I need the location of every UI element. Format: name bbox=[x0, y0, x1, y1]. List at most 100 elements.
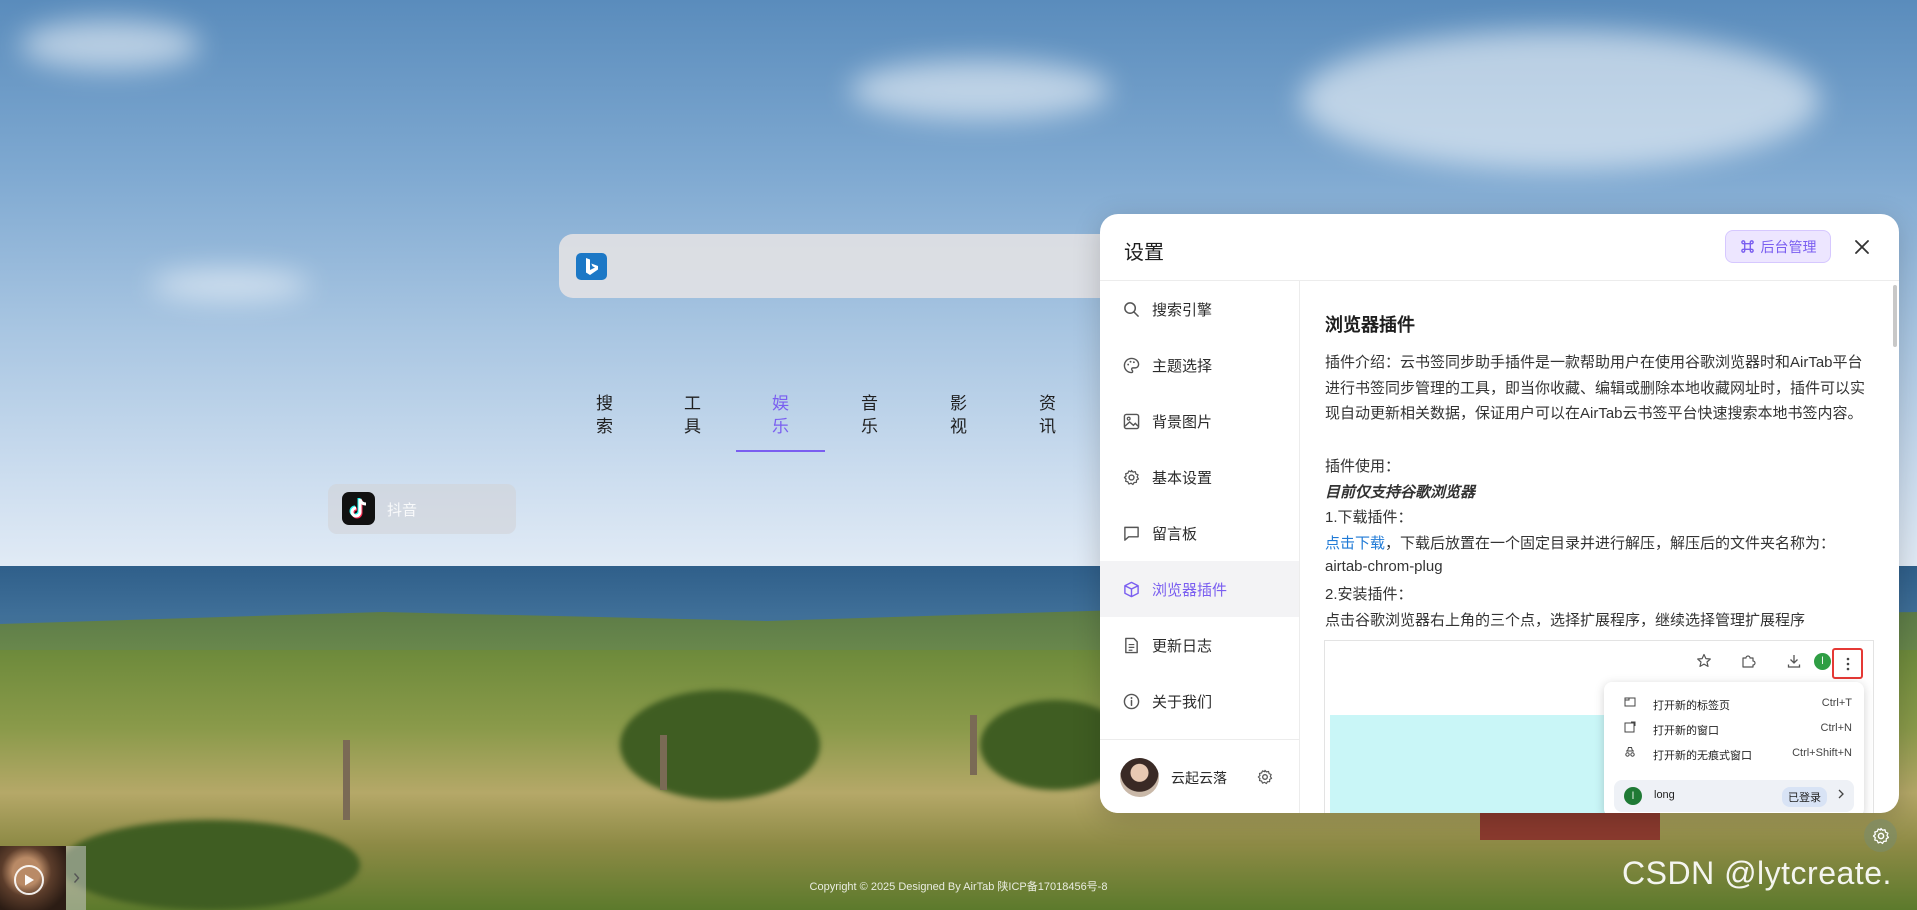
sidebar-item-about[interactable]: 关于我们 bbox=[1100, 673, 1299, 729]
step1-text: ，下载后放置在一个固定目录并进行解压，解压后的文件夹名称为： bbox=[1385, 535, 1836, 552]
menu-item-shortcut: Ctrl+N bbox=[1820, 722, 1852, 734]
cloud bbox=[1300, 30, 1820, 170]
sidebar-item-label: 搜索引擎 bbox=[1152, 301, 1213, 319]
admin-button-label: 后台管理 bbox=[1760, 238, 1817, 255]
sidebar-item-theme[interactable]: 主题选择 bbox=[1100, 337, 1299, 393]
bush bbox=[60, 820, 360, 910]
close-icon bbox=[1855, 240, 1869, 254]
sidebar-item-label: 更新日志 bbox=[1152, 637, 1213, 655]
category-tab-entertainment[interactable]: 娱乐 bbox=[736, 392, 825, 454]
menu-item-new-window: 打开新的窗口 Ctrl+N bbox=[1620, 720, 1852, 738]
step2-text: 点击谷歌浏览器右上角的三个点，选择扩展程序，继续选择管理扩展程序 bbox=[1325, 612, 1806, 629]
sidebar-item-basic-settings[interactable]: 基本设置 bbox=[1100, 449, 1299, 505]
settings-dialog: 设置 后台管理 搜索引擎 主题选择 背景图片 基本设置 留言板 浏览器插件 更新… bbox=[1100, 214, 1899, 813]
sidebar-item-label: 基本设置 bbox=[1152, 469, 1213, 487]
sidebar-item-background[interactable]: 背景图片 bbox=[1100, 393, 1299, 449]
sidebar-item-label: 主题选择 bbox=[1152, 357, 1213, 375]
cloud bbox=[150, 270, 310, 300]
avatar[interactable] bbox=[1120, 758, 1159, 797]
step1-line: 点击下载，下载后放置在一个固定目录并进行解压，解压后的文件夹名称为： bbox=[1325, 532, 1835, 553]
more-options-icon bbox=[1832, 648, 1863, 679]
message-icon bbox=[1124, 526, 1139, 541]
account-badge: l bbox=[1624, 787, 1642, 805]
user-name: 云起云落 bbox=[1171, 770, 1227, 786]
floating-settings-button[interactable] bbox=[1864, 819, 1897, 852]
app-tile-douyin[interactable]: 抖音 bbox=[328, 484, 516, 534]
menu-account-row: l long 已登录 bbox=[1614, 780, 1854, 812]
sidebar-item-browser-plugin[interactable]: 浏览器插件 bbox=[1100, 561, 1299, 617]
gear-icon bbox=[1123, 469, 1140, 485]
douyin-icon bbox=[342, 492, 375, 525]
menu-item-shortcut: Ctrl+Shift+N bbox=[1792, 747, 1852, 759]
settings-sidebar: 搜索引擎 主题选择 背景图片 基本设置 留言板 浏览器插件 更新日志 关于我们 bbox=[1100, 281, 1300, 813]
sidebar-item-label: 关于我们 bbox=[1152, 693, 1213, 711]
menu-item-label: 打开新的标签页 bbox=[1653, 700, 1730, 712]
cube-icon bbox=[1124, 581, 1139, 597]
palette-icon bbox=[1123, 357, 1140, 373]
sidebar-item-message-board[interactable]: 留言板 bbox=[1100, 505, 1299, 561]
category-tab-news[interactable]: 资讯 bbox=[1003, 392, 1092, 454]
dialog-header: 设置 后台管理 bbox=[1100, 214, 1899, 281]
section-title: 浏览器插件 bbox=[1325, 315, 1415, 335]
new-window-icon bbox=[1624, 721, 1636, 733]
search-box[interactable] bbox=[559, 234, 1119, 298]
menu-item-label: 打开新的无痕式窗口 bbox=[1653, 750, 1752, 762]
plugin-intro: 插件介绍：云书签同步助手插件是一款帮助用户在使用谷歌浏览器时和AirTab平台进… bbox=[1325, 354, 1866, 422]
category-tab-tools[interactable]: 工具 bbox=[648, 392, 737, 454]
fence-post bbox=[660, 735, 667, 790]
image-icon bbox=[1123, 413, 1140, 429]
menu-item-shortcut: Ctrl+T bbox=[1821, 697, 1852, 709]
cloud bbox=[850, 60, 1110, 120]
new-tab-icon bbox=[1624, 697, 1636, 707]
cloud bbox=[20, 20, 200, 70]
folder-name: airtab-chrom-plug bbox=[1325, 558, 1443, 575]
chrome-menu-screenshot: l 打开新的标签页 Ctrl+T 打开新的窗口 Ctrl+N 打开新的无痕式窗口… bbox=[1324, 640, 1874, 813]
fence-post bbox=[343, 740, 350, 820]
incognito-icon bbox=[1625, 747, 1635, 757]
step1-label: 1.下载插件： bbox=[1325, 509, 1413, 526]
close-button[interactable] bbox=[1849, 234, 1875, 260]
star-icon bbox=[1697, 653, 1711, 667]
sidebar-item-label: 留言板 bbox=[1152, 525, 1198, 543]
usage-label: 插件使用： bbox=[1325, 458, 1401, 475]
menu-item-label: 打开新的窗口 bbox=[1653, 725, 1719, 737]
sidebar-item-label: 背景图片 bbox=[1152, 413, 1213, 431]
menu-item-new-tab: 打开新的标签页 Ctrl+T bbox=[1620, 695, 1852, 713]
chevron-right-icon bbox=[1838, 789, 1844, 799]
profile-badge: l bbox=[1814, 653, 1831, 670]
user-settings-gear-icon[interactable] bbox=[1257, 769, 1273, 785]
sidebar-item-changelog[interactable]: 更新日志 bbox=[1100, 617, 1299, 673]
copyright-text: Copyright © 2025 Designed By AirTab 陕ICP… bbox=[809, 881, 1108, 893]
category-tab-search[interactable]: 搜索 bbox=[560, 392, 649, 454]
admin-button[interactable]: 后台管理 bbox=[1725, 230, 1831, 263]
document-icon bbox=[1125, 637, 1138, 653]
info-icon bbox=[1123, 693, 1140, 709]
extension-icon bbox=[1742, 655, 1756, 668]
user-profile: 云起云落 bbox=[1100, 739, 1299, 813]
download-link[interactable]: 点击下载 bbox=[1325, 535, 1385, 552]
dialog-title: 设置 bbox=[1124, 242, 1164, 264]
command-icon bbox=[1740, 240, 1754, 253]
bing-icon[interactable] bbox=[576, 253, 607, 280]
account-name: long bbox=[1654, 789, 1675, 801]
plugin-content: 浏览器插件 插件介绍：云书签同步助手插件是一款帮助用户在使用谷歌浏览器时和Air… bbox=[1300, 281, 1899, 813]
account-status: 已登录 bbox=[1782, 787, 1827, 807]
sidebar-item-label: 浏览器插件 bbox=[1152, 581, 1228, 599]
content-scrollbar[interactable] bbox=[1893, 285, 1897, 347]
menu-item-incognito: 打开新的无痕式窗口 Ctrl+Shift+N bbox=[1620, 745, 1852, 763]
bush bbox=[620, 690, 820, 800]
gear-icon bbox=[1872, 827, 1889, 844]
search-icon bbox=[1124, 301, 1139, 317]
chrome-only-note: 目前仅支持谷歌浏览器 bbox=[1325, 484, 1476, 501]
chrome-context-menu: 打开新的标签页 Ctrl+T 打开新的窗口 Ctrl+N 打开新的无痕式窗口 C… bbox=[1604, 682, 1864, 813]
step2-label: 2.安装插件： bbox=[1325, 586, 1413, 603]
category-tab-music[interactable]: 音乐 bbox=[825, 392, 914, 454]
app-label: 抖音 bbox=[387, 502, 418, 519]
watermark: CSDN @lytcreate. bbox=[1622, 855, 1892, 891]
active-tab-indicator bbox=[736, 450, 825, 452]
category-tab-video[interactable]: 影视 bbox=[914, 392, 1003, 454]
download-icon bbox=[1787, 655, 1801, 668]
page-preview-area bbox=[1330, 715, 1620, 813]
sidebar-item-search-engine[interactable]: 搜索引擎 bbox=[1100, 281, 1299, 337]
fence-post bbox=[970, 715, 977, 775]
